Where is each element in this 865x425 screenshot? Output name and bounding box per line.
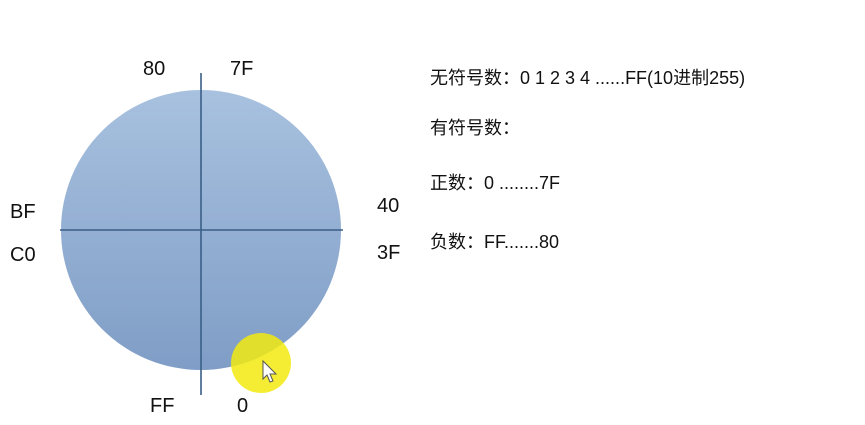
label-3f: 3F (377, 242, 401, 264)
label-c0: C0 (10, 244, 36, 266)
label-0: 0 (237, 395, 249, 417)
signed-heading: 有符号数： (430, 118, 520, 138)
unsigned-range-text: 无符号数：0 1 2 3 4 ......FF(10进制255) (430, 68, 746, 88)
negative-range-text: 负数：FF.......80 (430, 232, 560, 252)
label-bf: BF (10, 201, 36, 223)
label-ff: FF (150, 395, 175, 417)
cursor-highlight (231, 333, 291, 393)
label-7f: 7F (230, 58, 254, 80)
number-circle-diagram (60, 73, 343, 395)
positive-range-text: 正数：0 ........7F (430, 173, 561, 193)
label-40: 40 (377, 195, 400, 217)
label-80: 80 (143, 58, 166, 80)
